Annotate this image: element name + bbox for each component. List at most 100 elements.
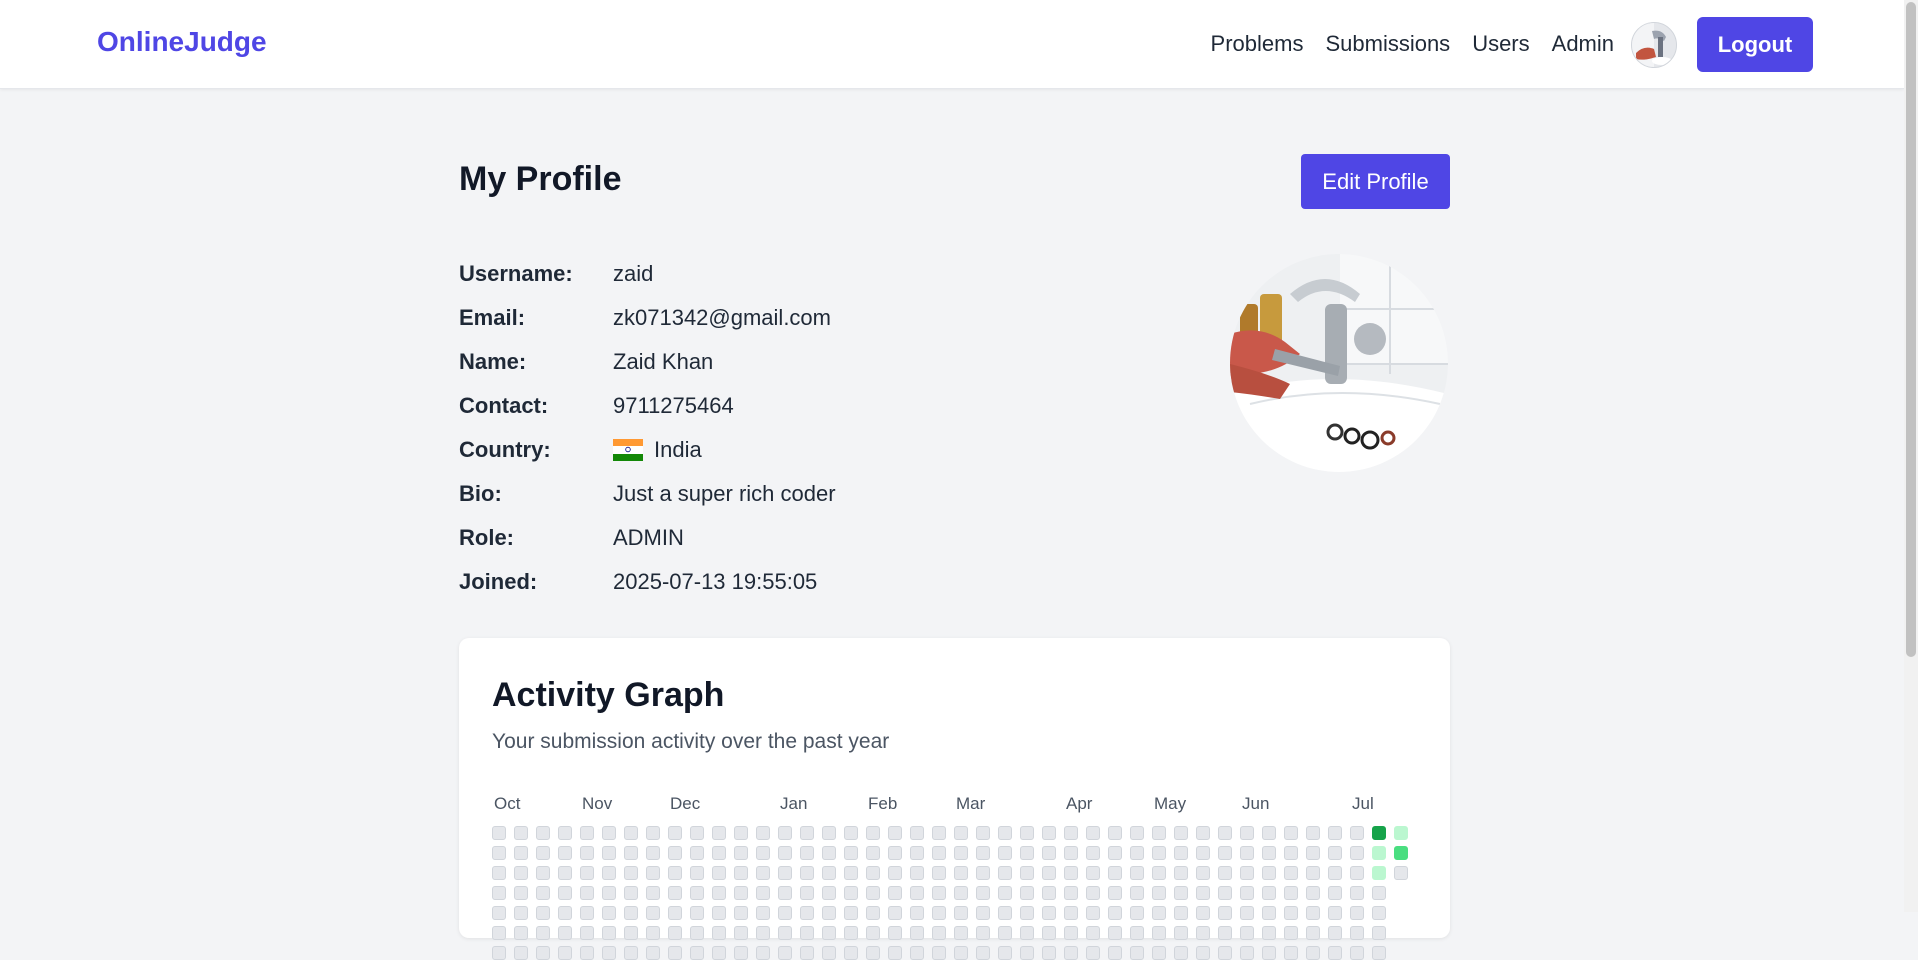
activity-cell[interactable] — [778, 906, 792, 920]
activity-cell[interactable] — [558, 926, 572, 940]
activity-cell[interactable] — [1108, 906, 1122, 920]
activity-cell[interactable] — [1064, 846, 1078, 860]
activity-cell[interactable] — [1086, 846, 1100, 860]
activity-cell[interactable] — [888, 886, 902, 900]
activity-cell[interactable] — [1306, 846, 1320, 860]
activity-cell[interactable] — [558, 866, 572, 880]
activity-cell[interactable] — [536, 846, 550, 860]
user-avatar[interactable] — [1631, 22, 1677, 68]
activity-cell[interactable] — [888, 826, 902, 840]
activity-cell[interactable] — [910, 866, 924, 880]
activity-cell[interactable] — [1108, 946, 1122, 960]
activity-cell[interactable] — [1152, 926, 1166, 940]
activity-cell[interactable] — [1064, 926, 1078, 940]
activity-cell[interactable] — [1130, 826, 1144, 840]
activity-cell[interactable] — [910, 846, 924, 860]
activity-cell[interactable] — [1152, 866, 1166, 880]
activity-cell[interactable] — [888, 846, 902, 860]
activity-cell[interactable] — [580, 926, 594, 940]
activity-cell[interactable] — [690, 846, 704, 860]
activity-cell[interactable] — [888, 946, 902, 960]
activity-cell[interactable] — [1130, 846, 1144, 860]
activity-cell[interactable] — [1262, 826, 1276, 840]
activity-cell[interactable] — [1284, 866, 1298, 880]
activity-cell[interactable] — [514, 946, 528, 960]
activity-cell[interactable] — [976, 886, 990, 900]
activity-cell[interactable] — [602, 846, 616, 860]
nav-link-admin[interactable]: Admin — [1552, 31, 1614, 57]
activity-cell[interactable] — [580, 826, 594, 840]
activity-cell[interactable] — [1240, 846, 1254, 860]
activity-cell[interactable] — [1020, 886, 1034, 900]
activity-cell[interactable] — [1218, 866, 1232, 880]
activity-cell[interactable] — [822, 886, 836, 900]
activity-cell[interactable] — [1174, 946, 1188, 960]
activity-cell[interactable] — [822, 846, 836, 860]
activity-cell[interactable] — [800, 946, 814, 960]
activity-cell[interactable] — [822, 906, 836, 920]
activity-cell[interactable] — [954, 866, 968, 880]
activity-cell[interactable] — [866, 846, 880, 860]
activity-cell[interactable] — [734, 866, 748, 880]
activity-cell[interactable] — [690, 946, 704, 960]
activity-cell[interactable] — [866, 906, 880, 920]
activity-cell[interactable] — [954, 906, 968, 920]
activity-cell[interactable] — [624, 906, 638, 920]
activity-cell[interactable] — [1240, 946, 1254, 960]
activity-cell[interactable] — [800, 926, 814, 940]
activity-cell[interactable] — [734, 846, 748, 860]
activity-cell[interactable] — [932, 866, 946, 880]
activity-cell[interactable] — [712, 886, 726, 900]
activity-cell[interactable] — [558, 826, 572, 840]
activity-cell[interactable] — [1042, 886, 1056, 900]
activity-cell[interactable] — [910, 946, 924, 960]
activity-cell[interactable] — [756, 926, 770, 940]
activity-cell[interactable] — [1218, 946, 1232, 960]
activity-cell[interactable] — [778, 866, 792, 880]
activity-cell[interactable] — [822, 866, 836, 880]
activity-cell[interactable] — [1372, 846, 1386, 860]
activity-cell[interactable] — [514, 846, 528, 860]
activity-cell[interactable] — [1284, 886, 1298, 900]
activity-cell[interactable] — [1196, 826, 1210, 840]
activity-cell[interactable] — [954, 926, 968, 940]
activity-cell[interactable] — [1020, 946, 1034, 960]
activity-cell[interactable] — [1350, 886, 1364, 900]
activity-cell[interactable] — [756, 946, 770, 960]
activity-cell[interactable] — [1350, 846, 1364, 860]
activity-cell[interactable] — [1064, 906, 1078, 920]
activity-cell[interactable] — [1196, 906, 1210, 920]
activity-cell[interactable] — [734, 906, 748, 920]
activity-cell[interactable] — [668, 826, 682, 840]
activity-cell[interactable] — [624, 826, 638, 840]
edit-profile-button[interactable]: Edit Profile — [1301, 154, 1450, 209]
activity-cell[interactable] — [756, 826, 770, 840]
activity-cell[interactable] — [514, 926, 528, 940]
activity-cell[interactable] — [1240, 926, 1254, 940]
activity-cell[interactable] — [1174, 826, 1188, 840]
activity-cell[interactable] — [1086, 826, 1100, 840]
activity-cell[interactable] — [1174, 886, 1188, 900]
page-scrollbar[interactable] — [1904, 0, 1918, 912]
activity-cell[interactable] — [514, 826, 528, 840]
activity-cell[interactable] — [1240, 906, 1254, 920]
activity-cell[interactable] — [1196, 946, 1210, 960]
activity-cell[interactable] — [1020, 866, 1034, 880]
activity-cell[interactable] — [1306, 866, 1320, 880]
activity-cell[interactable] — [910, 906, 924, 920]
activity-cell[interactable] — [866, 866, 880, 880]
activity-cell[interactable] — [800, 826, 814, 840]
activity-cell[interactable] — [1152, 826, 1166, 840]
activity-cell[interactable] — [1306, 886, 1320, 900]
activity-cell[interactable] — [976, 826, 990, 840]
activity-cell[interactable] — [1042, 946, 1056, 960]
activity-cell[interactable] — [646, 906, 660, 920]
activity-cell[interactable] — [1328, 886, 1342, 900]
activity-cell[interactable] — [1284, 826, 1298, 840]
activity-cell[interactable] — [602, 866, 616, 880]
activity-cell[interactable] — [998, 886, 1012, 900]
activity-cell[interactable] — [734, 886, 748, 900]
activity-cell[interactable] — [1042, 926, 1056, 940]
activity-cell[interactable] — [866, 926, 880, 940]
activity-cell[interactable] — [954, 826, 968, 840]
